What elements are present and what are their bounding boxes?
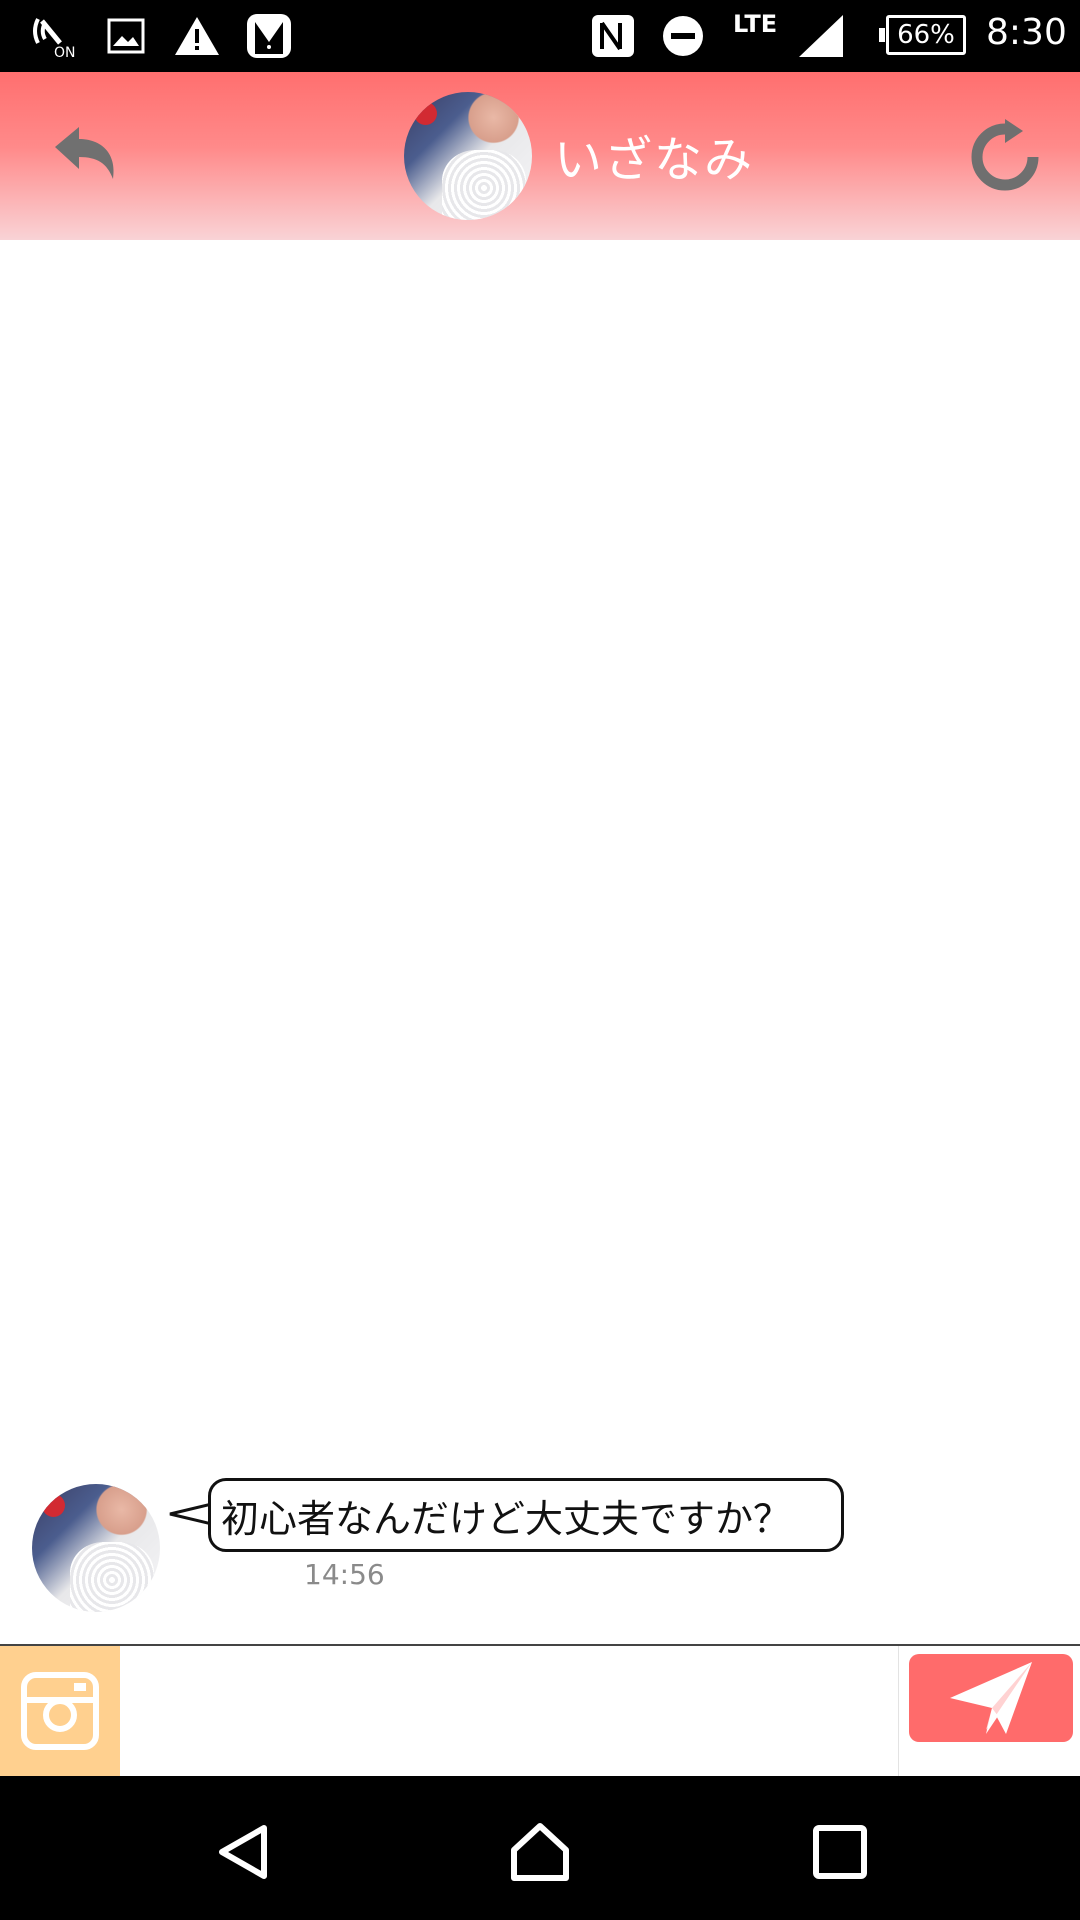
battery-indicator: 66% — [879, 15, 966, 55]
back-triangle-icon — [219, 1825, 267, 1879]
status-time: 8:30 — [986, 12, 1067, 53]
signal-icon — [796, 12, 846, 60]
home-icon — [511, 1823, 569, 1881]
nfc-icon — [588, 12, 638, 60]
send-icon — [950, 1662, 1032, 1734]
refresh-button[interactable] — [960, 112, 1050, 202]
nav-back-button[interactable] — [204, 1812, 284, 1892]
network-type: LTE — [733, 10, 778, 38]
tuxedo-app-icon — [244, 12, 294, 60]
recents-icon — [813, 1825, 867, 1879]
send-button[interactable] — [909, 1654, 1073, 1742]
navigation-bar — [0, 1776, 1080, 1920]
message-list[interactable] — [0, 240, 1080, 1644]
send-area — [898, 1646, 1080, 1776]
back-button[interactable] — [40, 112, 130, 202]
nav-recents-button[interactable] — [800, 1812, 880, 1892]
nav-home-button[interactable] — [500, 1812, 580, 1892]
camera-button[interactable] — [0, 1646, 120, 1776]
warning-icon — [172, 12, 222, 60]
svg-text:ON: ON — [54, 45, 76, 59]
bubble-tail — [169, 1502, 212, 1526]
chat-header: いざなみ — [0, 72, 1080, 240]
camera-icon — [21, 1672, 99, 1750]
do-not-disturb-icon — [660, 12, 706, 60]
input-bar — [0, 1644, 1080, 1776]
back-arrow-icon — [55, 127, 114, 179]
message-time: 14:56 — [304, 1558, 385, 1591]
message-avatar[interactable] — [32, 1484, 160, 1612]
nfc-on-icon: ON — [30, 12, 80, 60]
message-bubble: 初心者なんだけど大丈夫ですか？ — [208, 1478, 844, 1552]
refresh-icon — [971, 119, 1039, 191]
status-bar: ON LTE 66% 8:30 — [0, 0, 1080, 72]
contact-avatar[interactable] — [404, 92, 532, 220]
contact-name: いざなみ — [554, 132, 755, 188]
message-input[interactable] — [120, 1646, 898, 1776]
image-icon — [106, 12, 146, 60]
